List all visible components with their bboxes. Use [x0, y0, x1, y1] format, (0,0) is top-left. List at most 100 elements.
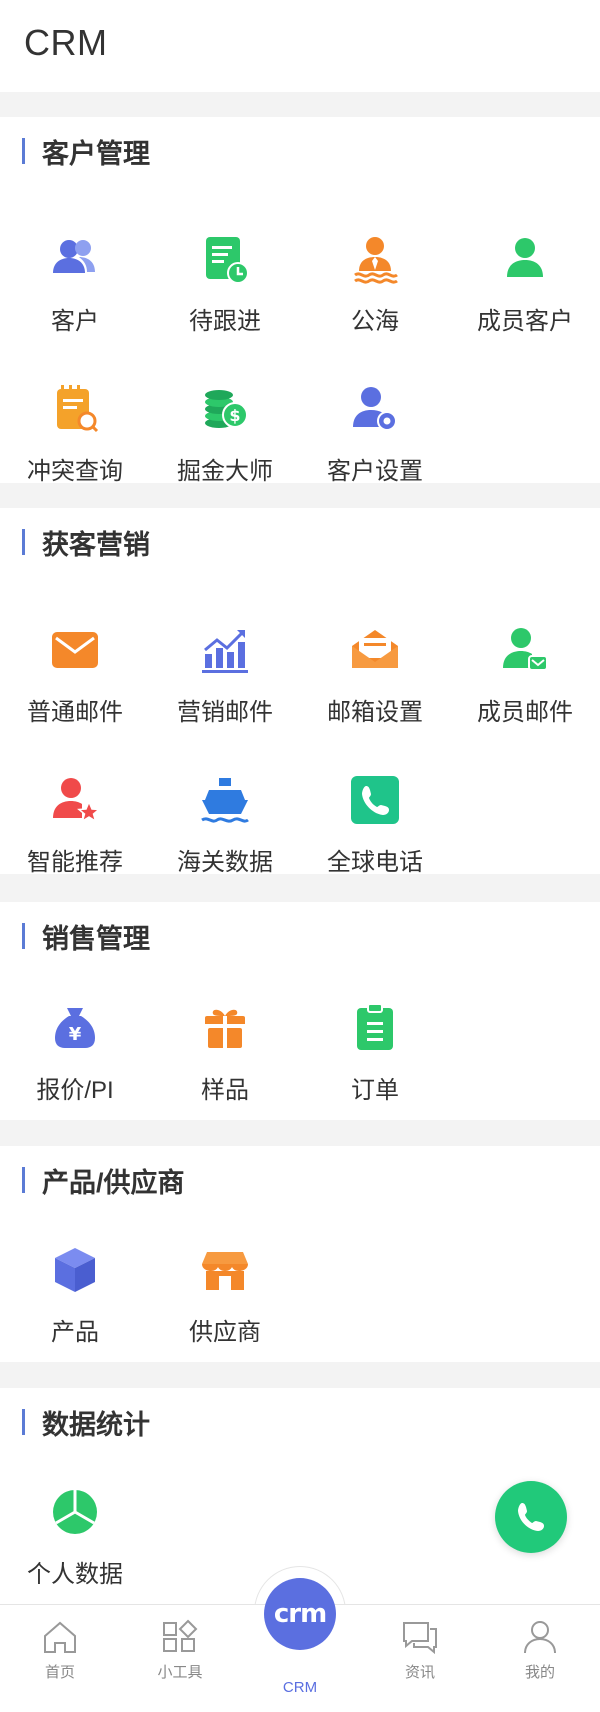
- tile-label: 报价/PI: [36, 1077, 114, 1104]
- profile-icon: [524, 1621, 556, 1654]
- tile-label: 营销邮件: [177, 699, 273, 726]
- tab-label: 小工具: [157, 1664, 203, 1681]
- tile-label: 掘金大师: [177, 458, 273, 485]
- home-icon: [44, 1621, 76, 1653]
- tile-follow-up[interactable]: 待跟进: [150, 203, 300, 353]
- tile-label: 海关数据: [177, 849, 273, 876]
- tile-label: 个人数据: [27, 1561, 123, 1588]
- tab-label: 我的: [524, 1664, 555, 1681]
- section-header: 产品/供应商: [22, 1164, 185, 1198]
- floating-call-button[interactable]: [495, 1481, 567, 1553]
- section-acquisition-marketing: 获客营销 普通邮件 营销邮件 邮箱设置 成员邮件 智能推荐 海关数据 全球电话: [0, 508, 600, 876]
- tile-gold-master[interactable]: $ 掘金大师: [150, 353, 300, 503]
- global-phone-icon: [347, 772, 403, 828]
- svg-text:¥: ¥: [69, 1024, 82, 1045]
- tile-conflict-search[interactable]: 冲突查询: [0, 353, 150, 503]
- conflict-search-icon: [47, 381, 103, 437]
- tab-label: CRM: [282, 1679, 318, 1696]
- member-mail-icon: [497, 622, 553, 678]
- chat-icon: [403, 1622, 437, 1655]
- section-bar: [22, 138, 25, 164]
- svg-text:$: $: [229, 406, 240, 425]
- tile-label: 产品: [51, 1319, 99, 1346]
- section-title: 销售管理: [42, 923, 150, 954]
- clipboard-icon: [347, 1000, 403, 1056]
- tile-label: 客户设置: [327, 458, 423, 485]
- section-title: 获客营销: [42, 529, 150, 560]
- tile-marketing-mail[interactable]: 营销邮件: [150, 594, 300, 744]
- top-bar: CRM: [0, 0, 600, 92]
- tab-home[interactable]: 首页: [0, 1605, 120, 1712]
- tile-customer-settings[interactable]: 客户设置: [300, 353, 450, 503]
- customer-settings-icon: [347, 381, 403, 437]
- money-bag-icon: ¥: [47, 1000, 103, 1056]
- pie-chart-icon: [47, 1484, 103, 1540]
- section-product-supplier: 产品/供应商 产品 供应商: [0, 1146, 600, 1362]
- section-bar: [22, 923, 25, 949]
- section-header: 数据统计: [22, 1406, 150, 1440]
- coins-icon: $: [197, 381, 253, 437]
- marketing-chart-icon: [197, 622, 253, 678]
- tile-customs-data[interactable]: 海关数据: [150, 744, 300, 894]
- section-header: 获客营销: [22, 526, 150, 560]
- tab-news[interactable]: 资讯: [360, 1605, 480, 1712]
- tile-member-mail[interactable]: 成员邮件: [450, 594, 600, 744]
- section-header: 客户管理: [22, 135, 150, 169]
- section-title: 产品/供应商: [42, 1167, 185, 1198]
- customers-icon: [47, 231, 103, 287]
- tab-label: 首页: [44, 1664, 75, 1681]
- tile-personal-data[interactable]: 个人数据: [0, 1456, 150, 1606]
- tile-samples[interactable]: 样品: [150, 972, 300, 1122]
- tile-suppliers[interactable]: 供应商: [150, 1214, 300, 1364]
- section-bar: [22, 529, 25, 555]
- ship-icon: [197, 772, 253, 828]
- tile-mailbox-settings[interactable]: 邮箱设置: [300, 594, 450, 744]
- section-header: 销售管理: [22, 920, 150, 954]
- section-bar: [22, 1167, 25, 1193]
- tile-label: 成员邮件: [477, 699, 573, 726]
- tile-label: 公海: [351, 308, 399, 335]
- tile-public-sea[interactable]: 公海: [300, 203, 450, 353]
- tile-global-phone[interactable]: 全球电话: [300, 744, 450, 894]
- section-bar: [22, 1409, 25, 1435]
- tile-label: 智能推荐: [27, 849, 123, 876]
- crm-center-button[interactable]: crm: [264, 1578, 336, 1650]
- tile-label: 待跟进: [189, 308, 261, 335]
- tile-label: 客户: [51, 308, 99, 335]
- tile-orders[interactable]: 订单: [300, 972, 450, 1122]
- public-sea-icon: [347, 231, 403, 287]
- smart-recommend-icon: [47, 772, 103, 828]
- tile-normal-mail[interactable]: 普通邮件: [0, 594, 150, 744]
- tile-products[interactable]: 产品: [0, 1214, 150, 1364]
- tile-label: 供应商: [189, 1319, 261, 1346]
- tab-label: 资讯: [404, 1664, 435, 1681]
- member-customer-icon: [497, 231, 553, 287]
- section-sales-management: 销售管理 ¥ 报价/PI 样品 订单: [0, 902, 600, 1120]
- section-title: 数据统计: [42, 1409, 150, 1440]
- tools-icon: [163, 1619, 198, 1652]
- crm-logo: crm: [273, 1599, 327, 1629]
- tile-label: 成员客户: [477, 308, 573, 335]
- section-title: 客户管理: [42, 138, 150, 169]
- gift-icon: [197, 1000, 253, 1056]
- phone-icon: [518, 1503, 544, 1531]
- tile-quote-pi[interactable]: ¥ 报价/PI: [0, 972, 150, 1122]
- tile-member-customer[interactable]: 成员客户: [450, 203, 600, 353]
- tile-label: 全球电话: [327, 849, 423, 876]
- tab-tools[interactable]: 小工具: [120, 1605, 240, 1712]
- tab-profile[interactable]: 我的: [480, 1605, 600, 1712]
- tile-label: 邮箱设置: [327, 699, 423, 726]
- section-customer-management: 客户管理 客户 待跟进 公海 成员客户 冲突查询 $ 掘金大师 客户设置: [0, 117, 600, 485]
- tile-label: 普通邮件: [27, 699, 123, 726]
- tile-customers[interactable]: 客户: [0, 203, 150, 353]
- tile-label: 冲突查询: [27, 458, 123, 485]
- mail-icon: [47, 622, 103, 678]
- mailbox-settings-icon: [347, 622, 403, 678]
- tile-label: 样品: [201, 1077, 249, 1104]
- cube-icon: [47, 1242, 103, 1298]
- page-title: CRM: [24, 22, 108, 63]
- tile-smart-recommend[interactable]: 智能推荐: [0, 744, 150, 894]
- tile-label: 订单: [351, 1077, 399, 1104]
- follow-up-icon: [197, 231, 253, 287]
- store-icon: [197, 1242, 253, 1298]
